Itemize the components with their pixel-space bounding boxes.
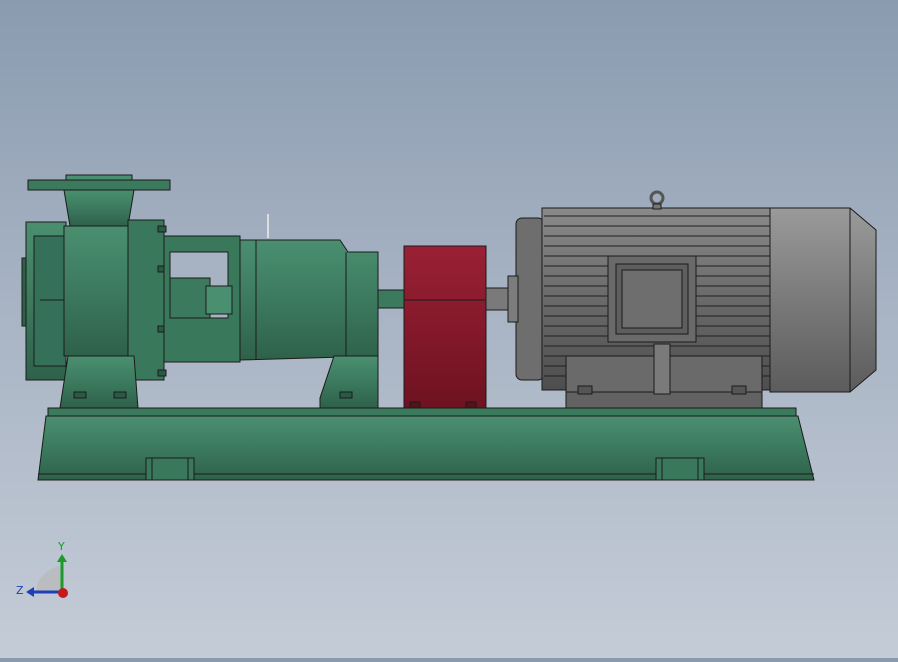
orientation-triad: Y Z	[16, 540, 68, 598]
y-axis-label: Y	[57, 540, 65, 553]
electric-motor	[507, 190, 877, 409]
model-canvas[interactable]: Y Z	[0, 0, 898, 658]
x-axis-dot	[58, 588, 68, 598]
cad-viewport[interactable]: Y Z	[0, 0, 898, 658]
bearing-frame	[163, 214, 407, 409]
z-axis-label: Z	[16, 584, 24, 597]
base-plate	[37, 407, 815, 481]
coupling-guard	[403, 245, 517, 409]
triad-plane	[36, 566, 62, 592]
pump-casing	[21, 174, 171, 409]
